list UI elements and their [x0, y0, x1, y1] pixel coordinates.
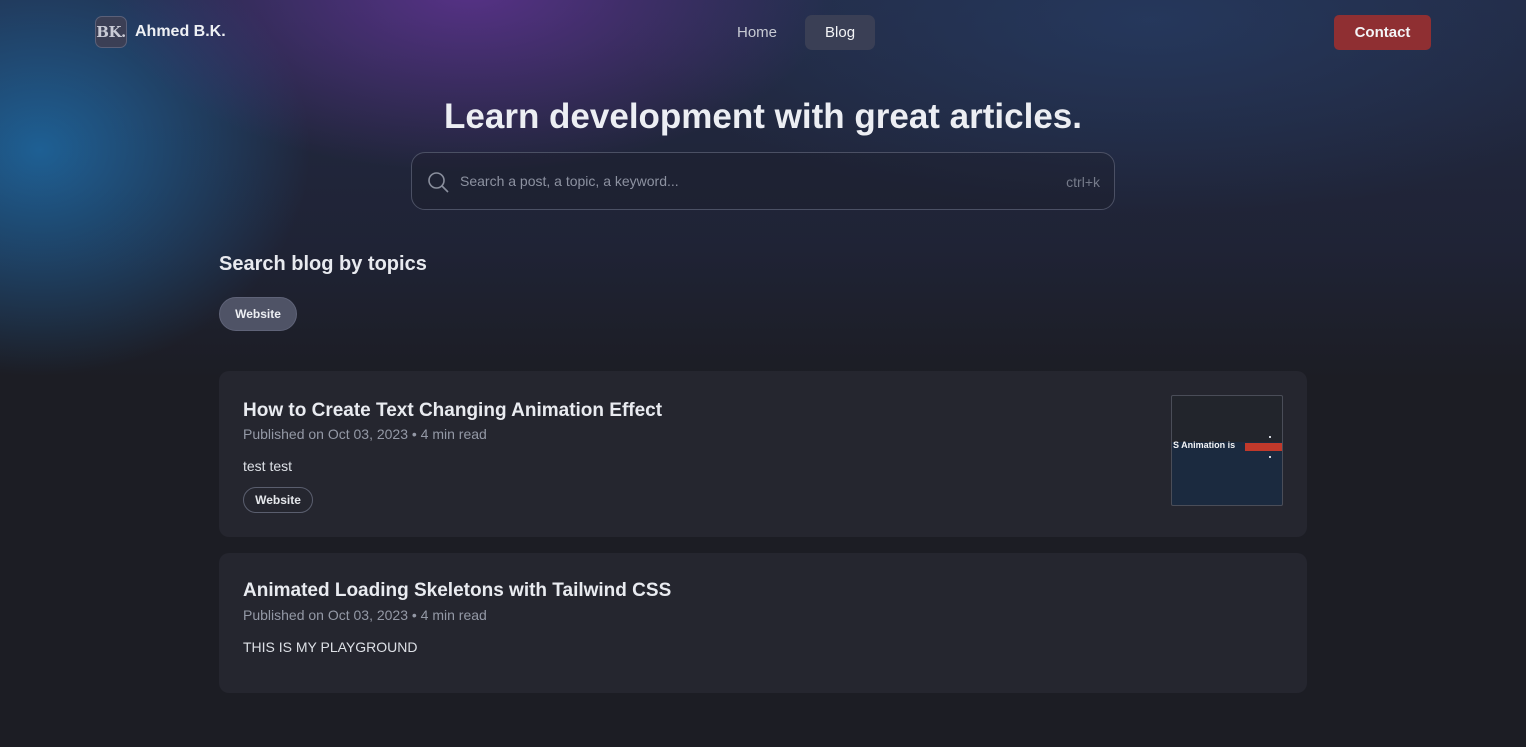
post-meta: Published on Oct 03, 2023 • 4 min read: [243, 426, 487, 442]
contact-button[interactable]: Contact: [1334, 15, 1431, 50]
post-thumbnail[interactable]: S Animation is: [1171, 395, 1283, 506]
topics-heading: Search blog by topics: [219, 253, 427, 275]
search-icon: [428, 172, 449, 193]
post-title[interactable]: How to Create Text Changing Animation Ef…: [243, 400, 662, 422]
topic-chip-website[interactable]: Website: [219, 297, 297, 331]
post-description: test test: [243, 458, 293, 474]
thumbnail-sparkle: [1269, 456, 1271, 458]
post-description: THIS IS MY PLAYGROUND: [243, 639, 418, 655]
search-bar[interactable]: ctrl+k: [411, 152, 1115, 210]
post-title[interactable]: Animated Loading Skeletons with Tailwind…: [243, 580, 671, 602]
post-card[interactable]: How to Create Text Changing Animation Ef…: [219, 371, 1307, 537]
post-tag[interactable]: Website: [243, 487, 313, 513]
thumbnail-text: S Animation is: [1173, 440, 1236, 450]
thumbnail-highlight: [1245, 443, 1282, 451]
post-card[interactable]: Animated Loading Skeletons with Tailwind…: [219, 553, 1307, 693]
post-meta: Published on Oct 03, 2023 • 4 min read: [243, 607, 487, 623]
page-title: Learn development with great articles.: [444, 97, 1082, 136]
nav-blog[interactable]: Blog: [805, 15, 876, 50]
main-nav: Home Blog: [720, 15, 876, 50]
nav-home[interactable]: Home: [720, 15, 794, 50]
thumbnail-sparkle: [1269, 436, 1271, 438]
blog-page: BK. Ahmed B.K. Home Blog Contact Learn d…: [0, 0, 1526, 747]
brand-name[interactable]: Ahmed B.K.: [135, 23, 226, 41]
search-shortcut-hint: ctrl+k: [1066, 174, 1100, 190]
search-input[interactable]: [460, 153, 1020, 209]
logo[interactable]: BK.: [95, 16, 127, 48]
